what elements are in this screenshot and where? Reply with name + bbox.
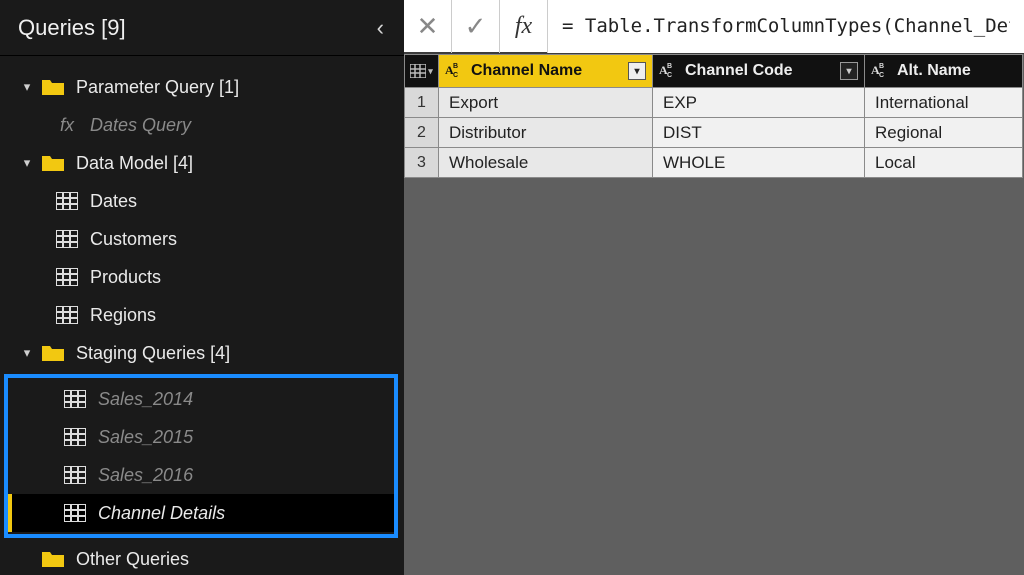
tree-group-staging-queries[interactable]: ▾ Staging Queries [4] xyxy=(0,334,404,372)
column-header-label: Channel Name xyxy=(471,62,622,80)
cell-channel-name[interactable]: Export xyxy=(439,88,653,118)
tree-item-label: Dates xyxy=(90,191,137,212)
tree-item-label: Sales_2015 xyxy=(98,427,193,448)
queries-panel-header: Queries [9] ‹ xyxy=(0,0,404,56)
table-icon xyxy=(54,230,80,248)
text-type-icon: ABC xyxy=(445,60,465,83)
tree-item-dates[interactable]: Dates xyxy=(0,182,404,220)
tree-item-label: Regions xyxy=(90,305,156,326)
column-filter-button[interactable]: ▾ xyxy=(628,62,646,80)
tree-group-label: Data Model [4] xyxy=(76,153,193,174)
tree-item-sales-2015[interactable]: Sales_2015 xyxy=(8,418,394,456)
tree-group-label: Other Queries xyxy=(76,549,189,570)
formula-cancel-button[interactable]: ✕ xyxy=(404,0,452,53)
column-filter-button[interactable]: ▾ xyxy=(840,62,858,80)
table-icon xyxy=(410,64,426,78)
tree-item-label: Products xyxy=(90,267,161,288)
column-header-alt-name[interactable]: ABC Alt. Name xyxy=(865,55,1023,88)
highlighted-group: Sales_2014 Sales_2015 Sales_2016 xyxy=(4,374,398,538)
table-icon xyxy=(54,192,80,210)
text-type-icon: ABC xyxy=(871,60,891,83)
tree-item-label: Sales_2014 xyxy=(98,389,193,410)
text-type-icon: ABC xyxy=(659,60,679,83)
fx-icon: fx xyxy=(54,115,80,136)
table-icon xyxy=(62,390,88,408)
table-row[interactable]: 1 Export EXP International xyxy=(405,88,1023,118)
cell-alt-name[interactable]: Local xyxy=(865,148,1023,178)
svg-text:C: C xyxy=(879,72,884,78)
grid-corner-select-all[interactable]: ▾ xyxy=(405,55,439,88)
svg-text:B: B xyxy=(453,63,458,70)
queries-panel: Queries [9] ‹ ▾ Parameter Query [1] fx D… xyxy=(0,0,404,575)
chevron-down-icon: ▾ xyxy=(428,66,433,77)
table-row[interactable]: 3 Wholesale WHOLE Local xyxy=(405,148,1023,178)
column-header-label: Alt. Name xyxy=(897,62,1016,80)
svg-text:C: C xyxy=(667,72,672,78)
tree-item-label: Dates Query xyxy=(90,115,191,136)
cell-channel-name[interactable]: Wholesale xyxy=(439,148,653,178)
cell-alt-name[interactable]: Regional xyxy=(865,118,1023,148)
expand-triangle-icon[interactable]: ▾ xyxy=(20,155,34,171)
tree-item-regions[interactable]: Regions xyxy=(0,296,404,334)
table-icon xyxy=(62,504,88,522)
tree-item-products[interactable]: Products xyxy=(0,258,404,296)
column-header-channel-code[interactable]: ABC Channel Code ▾ xyxy=(653,55,865,88)
tree-group-other-queries[interactable]: Other Queries xyxy=(0,540,404,575)
table-icon xyxy=(54,268,80,286)
tree-group-label: Staging Queries [4] xyxy=(76,343,230,364)
cell-channel-code[interactable]: WHOLE xyxy=(653,148,865,178)
folder-icon xyxy=(40,343,66,363)
tree-group-label: Parameter Query [1] xyxy=(76,77,239,98)
tree-item-label: Customers xyxy=(90,229,177,250)
formula-commit-button[interactable]: ✓ xyxy=(452,0,500,53)
queries-tree: ▾ Parameter Query [1] fx Dates Query ▾ D… xyxy=(0,56,404,575)
formula-bar: ✕ ✓ fx xyxy=(404,0,1024,54)
table-icon xyxy=(62,466,88,484)
column-header-label: Channel Code xyxy=(685,62,834,80)
tree-item-label: Channel Details xyxy=(98,503,225,524)
table-row[interactable]: 2 Distributor DIST Regional xyxy=(405,118,1023,148)
data-grid: ▾ ABC Channel Name ▾ xyxy=(404,54,1024,178)
expand-triangle-icon[interactable]: ▾ xyxy=(20,79,34,95)
tree-group-parameter-query[interactable]: ▾ Parameter Query [1] xyxy=(0,68,404,106)
fx-button[interactable]: fx xyxy=(500,0,548,53)
cell-channel-code[interactable]: EXP xyxy=(653,88,865,118)
row-number[interactable]: 1 xyxy=(405,88,439,118)
table-icon xyxy=(62,428,88,446)
tree-item-label: Sales_2016 xyxy=(98,465,193,486)
cell-channel-name[interactable]: Distributor xyxy=(439,118,653,148)
row-number[interactable]: 2 xyxy=(405,118,439,148)
editor-content: ✕ ✓ fx ▾ xyxy=(404,0,1024,575)
svg-text:B: B xyxy=(879,63,884,70)
svg-text:B: B xyxy=(667,63,672,70)
tree-item-channel-details[interactable]: Channel Details xyxy=(8,494,394,532)
tree-item-dates-query[interactable]: fx Dates Query xyxy=(0,106,404,144)
tree-group-data-model[interactable]: ▾ Data Model [4] xyxy=(0,144,404,182)
table-icon xyxy=(54,306,80,324)
cell-channel-code[interactable]: DIST xyxy=(653,118,865,148)
svg-text:C: C xyxy=(453,72,458,78)
app-root: Queries [9] ‹ ▾ Parameter Query [1] fx D… xyxy=(0,0,1024,575)
expand-triangle-icon[interactable]: ▾ xyxy=(20,345,34,361)
column-header-channel-name[interactable]: ABC Channel Name ▾ xyxy=(439,55,653,88)
row-number[interactable]: 3 xyxy=(405,148,439,178)
formula-input[interactable] xyxy=(548,0,1024,53)
folder-icon xyxy=(40,153,66,173)
expand-triangle-icon[interactable] xyxy=(20,552,34,567)
tree-item-sales-2016[interactable]: Sales_2016 xyxy=(8,456,394,494)
tree-item-customers[interactable]: Customers xyxy=(0,220,404,258)
cell-alt-name[interactable]: International xyxy=(865,88,1023,118)
folder-icon xyxy=(40,549,66,569)
tree-item-sales-2014[interactable]: Sales_2014 xyxy=(8,380,394,418)
folder-icon xyxy=(40,77,66,97)
queries-panel-title: Queries [9] xyxy=(18,15,126,41)
collapse-panel-button[interactable]: ‹ xyxy=(371,15,390,41)
